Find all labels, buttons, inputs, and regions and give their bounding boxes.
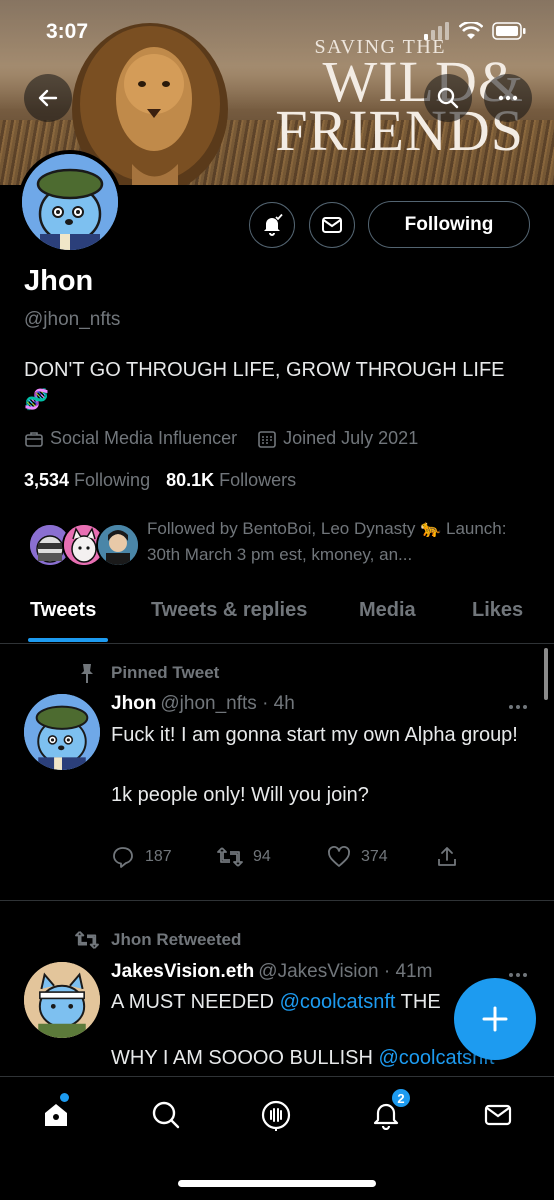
reply-button[interactable]: 187 <box>111 845 172 869</box>
active-tab-indicator <box>28 638 108 642</box>
back-button[interactable] <box>24 74 72 122</box>
like-button[interactable]: 374 <box>327 845 388 869</box>
retweet-more-button[interactable] <box>508 962 528 983</box>
cool-cat-avatar-image <box>22 154 118 250</box>
retweet-count: 94 <box>253 848 271 865</box>
person-avatar-image <box>98 525 138 565</box>
pin-icon <box>81 664 93 683</box>
tab-tweets-replies[interactable]: Tweets & replies <box>151 599 307 622</box>
following-label: Following <box>74 470 151 490</box>
status-icons <box>424 22 526 40</box>
briefcase-icon <box>25 431 43 447</box>
follower-avatar-3 <box>96 523 140 567</box>
retweet-handle-time: @JakesVision · 41m <box>258 961 433 982</box>
nav-home[interactable] <box>36 1093 76 1135</box>
followers-label: Followers <box>219 470 297 490</box>
more-icon <box>509 705 527 709</box>
heart-icon <box>328 846 350 867</box>
home-unread-dot <box>60 1093 69 1102</box>
following-count-link[interactable]: 3,534 Following <box>24 470 150 491</box>
retweet-icon <box>75 931 99 949</box>
share-icon <box>438 847 456 866</box>
like-count: 374 <box>361 848 388 865</box>
more-icon <box>509 973 527 977</box>
compose-tweet-button[interactable] <box>454 978 536 1060</box>
following-button[interactable]: Following <box>368 201 530 248</box>
category-text: Social Media Influencer <box>50 428 238 448</box>
retweet-text-2-prefix: WHY I AM SOOOO BULLISH <box>111 1047 379 1069</box>
pinned-tweet-more-button[interactable] <box>508 694 528 715</box>
pinned-tweet-author[interactable]: Jhon <box>111 693 156 714</box>
cat-bandana-avatar-image <box>24 962 100 1038</box>
followed-by-section[interactable]: Followed by BentoBoi, Leo Dynasty 🐆 Laun… <box>24 515 534 575</box>
nav-spaces[interactable] <box>256 1095 296 1135</box>
retweet-author-avatar[interactable] <box>24 962 100 1038</box>
retweet-author[interactable]: JakesVision.eth <box>111 961 254 982</box>
reply-count: 187 <box>145 848 172 865</box>
envelope-icon <box>484 1104 512 1126</box>
plus-icon <box>482 1006 508 1032</box>
pinned-tweet-text: Fuck it! I am gonna start my own Alpha g… <box>111 724 518 806</box>
notifications-badge: 2 <box>390 1087 412 1109</box>
share-button[interactable] <box>435 845 459 869</box>
followers-count-link[interactable]: 80.1K Followers <box>166 470 296 491</box>
retweet-text-1-suffix: THE <box>395 991 441 1013</box>
profile-tabs: Tweets Tweets & replies Media Likes <box>0 588 554 644</box>
bell-check-icon <box>264 213 283 236</box>
pinned-tweet-header: Jhon @jhon_nfts · 4h <box>111 693 295 715</box>
profile-bio: DON'T GO THROUGH LIFE, GROW THROUGH LIFE… <box>24 359 505 411</box>
pinned-tweet-actions: 187 94 374 <box>111 845 471 875</box>
back-arrow-icon <box>38 89 58 107</box>
search-button[interactable] <box>424 74 472 122</box>
profile-handle: @jhon_nfts <box>24 309 121 330</box>
tweet-divider <box>0 900 554 901</box>
message-button[interactable] <box>309 202 355 248</box>
tweet-author-avatar[interactable] <box>24 694 100 770</box>
coolcatsnft-mention-link[interactable]: @coolcatsnft <box>280 991 396 1013</box>
envelope-icon <box>322 217 342 233</box>
tab-tweets[interactable]: Tweets <box>30 599 96 622</box>
reply-icon <box>113 847 133 868</box>
profile-category: Social Media Influencer <box>24 428 237 449</box>
profile-meta: Social Media Influencer Joined July 2021 <box>24 428 438 449</box>
profile-name: Jhon <box>24 265 94 297</box>
search-icon <box>437 87 459 109</box>
nav-messages[interactable] <box>478 1095 518 1135</box>
nav-notifications[interactable]: 2 <box>366 1087 412 1135</box>
banner-line-3: FRIENDS <box>275 98 524 163</box>
status-bar: 3:07 <box>0 0 554 66</box>
profile-joined: Joined July 2021 <box>257 428 418 449</box>
cellular-signal-icon <box>424 22 449 40</box>
followed-by-text: Followed by BentoBoi, Leo Dynasty 🐆 Laun… <box>147 519 507 564</box>
notifications-subscribe-button[interactable] <box>249 202 295 248</box>
retweet-header: JakesVision.eth @JakesVision · 41m <box>111 961 432 983</box>
spaces-microphone-icon <box>261 1100 291 1131</box>
followers-count: 80.1K <box>166 470 215 490</box>
cool-cat-avatar-image <box>24 694 100 770</box>
pinned-tweet-label: Pinned Tweet <box>111 663 220 682</box>
battery-icon <box>492 22 526 40</box>
nav-search[interactable] <box>146 1095 186 1135</box>
scrollbar-thumb[interactable] <box>544 648 548 700</box>
profile-avatar[interactable] <box>18 150 122 254</box>
home-indicator[interactable] <box>178 1180 376 1187</box>
retweet-icon <box>217 847 243 867</box>
retweet-button[interactable]: 94 <box>217 845 271 869</box>
retweet-text-1-prefix: A MUST NEEDED <box>111 991 280 1013</box>
follow-counts: 3,534 Following 80.1K Followers <box>24 470 296 491</box>
joined-text: Joined July 2021 <box>283 428 419 448</box>
more-icon <box>498 95 518 101</box>
search-icon <box>152 1101 180 1129</box>
tab-likes[interactable]: Likes <box>472 599 523 622</box>
calendar-icon <box>258 430 276 448</box>
tab-media[interactable]: Media <box>359 599 416 622</box>
home-icon <box>45 1104 67 1126</box>
following-count: 3,534 <box>24 470 70 490</box>
wifi-icon <box>459 22 483 39</box>
more-options-button[interactable] <box>484 74 532 122</box>
status-time: 3:07 <box>46 20 89 43</box>
retweeted-label[interactable]: Jhon Retweeted <box>111 930 241 950</box>
pinned-tweet-handle-time: @jhon_nfts · 4h <box>160 693 295 714</box>
